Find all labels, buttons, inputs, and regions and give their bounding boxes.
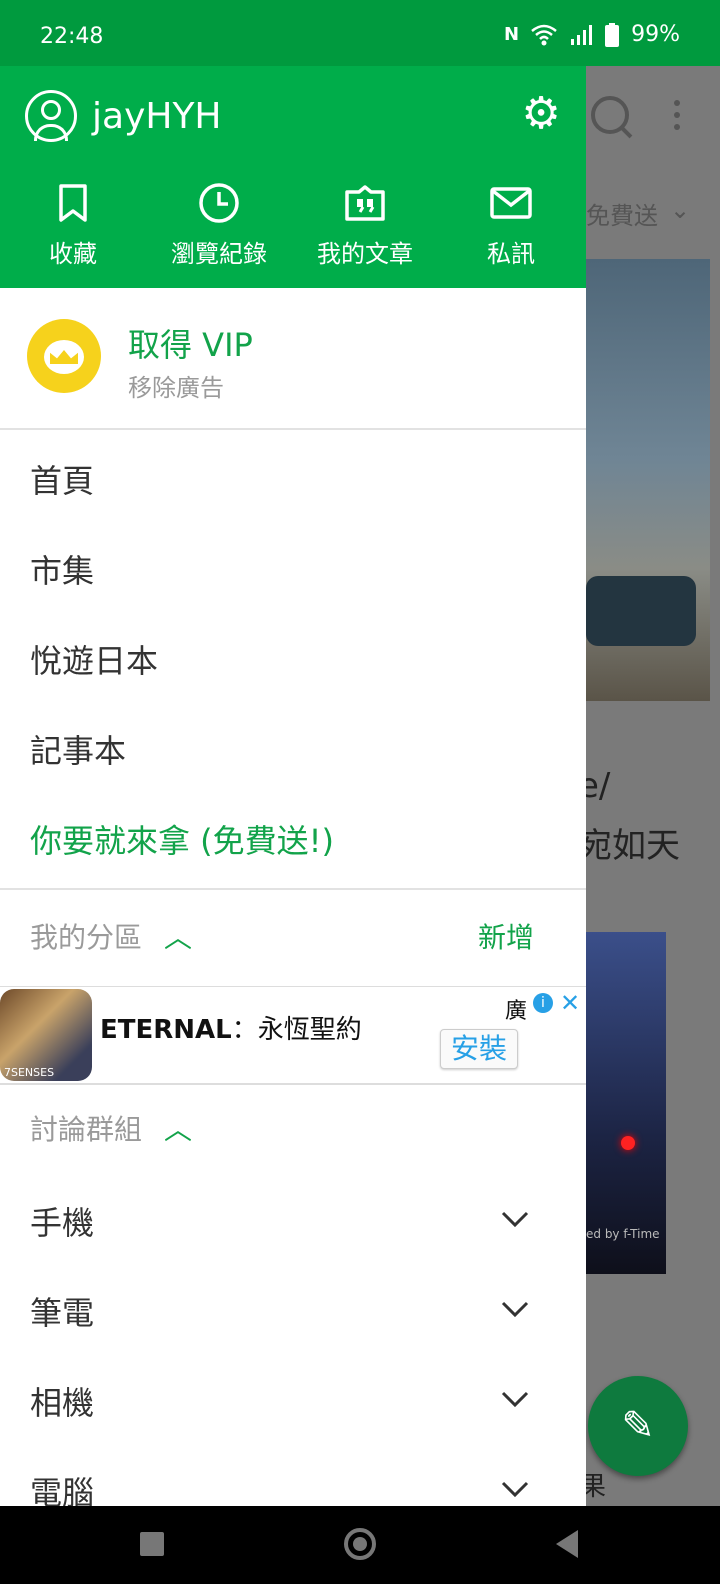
ad-label: 廣	[505, 999, 528, 1024]
bg-ad-eye	[621, 1136, 635, 1150]
discussion-groups-label: 討論群組	[30, 1113, 143, 1146]
group-item-cameras[interactable]: 相機	[30, 1378, 94, 1424]
bg-ad-image: ed by f-Time	[586, 932, 666, 1274]
ad-app-image: 7SENSES	[0, 989, 92, 1081]
bg-ad-caption: ed by f-Time	[586, 1227, 660, 1241]
quick-link-label: 私訊	[487, 240, 535, 268]
quick-link-label: 我的文章	[317, 240, 413, 268]
history-clock-icon	[199, 183, 239, 223]
quick-link-bookmarks[interactable]: 收藏	[0, 178, 146, 269]
chevron-down-icon[interactable]	[500, 1294, 530, 1324]
settings-gear-icon[interactable]: ⚙	[519, 92, 563, 136]
home-icon[interactable]	[344, 1528, 376, 1560]
drawer-header: jayHYH ⚙ 收藏 瀏覽紀錄 我的文章 私訊	[0, 66, 586, 288]
quick-link-messages[interactable]: 私訊	[438, 178, 584, 269]
back-icon[interactable]	[556, 1530, 578, 1558]
chevron-up-icon: ︿	[164, 921, 193, 954]
avatar-icon[interactable]	[25, 90, 77, 142]
chevron-down-icon[interactable]	[500, 1204, 530, 1234]
ad-app-title: ETERNAL：永恆聖約	[100, 1009, 362, 1046]
bg-article-text: e/	[586, 766, 611, 806]
search-icon	[591, 96, 629, 134]
quick-link-label: 收藏	[49, 240, 97, 268]
signal-icon	[571, 24, 593, 45]
chevron-down-icon[interactable]	[500, 1384, 530, 1414]
group-item-computers[interactable]: 電腦	[30, 1468, 94, 1506]
vip-crown-icon	[30, 322, 98, 390]
menu-item-market[interactable]: 市集	[30, 546, 94, 592]
ad-close-icon[interactable]: ✕	[560, 989, 580, 1017]
ad-info-icon[interactable]: i	[533, 993, 553, 1013]
add-section-button[interactable]: 新增	[478, 916, 534, 956]
quick-link-my-articles[interactable]: 我的文章	[292, 178, 438, 269]
menu-item-notebook[interactable]: 記事本	[30, 726, 126, 772]
status-time: 22:48	[40, 24, 104, 49]
group-item-laptops[interactable]: 筆電	[30, 1288, 94, 1334]
ad-publisher-badge: 7SENSES	[4, 1066, 55, 1079]
bg-car-image	[586, 576, 696, 646]
quick-link-label: 瀏覽紀錄	[171, 240, 267, 268]
discussion-groups-header[interactable]: 討論群組 ︿	[30, 1108, 192, 1148]
chevron-down-icon: ⌄	[670, 196, 691, 224]
username[interactable]: jayHYH	[92, 96, 222, 137]
compose-fab: ✎	[588, 1376, 688, 1476]
quote-article-icon	[345, 185, 385, 221]
navigation-drawer: jayHYH ⚙ 收藏 瀏覽紀錄 我的文章 私訊 取得 VIP 移除廣告 首頁 …	[0, 66, 586, 1506]
ad-app-subtitle: ：永恆聖約	[231, 1015, 362, 1045]
quick-link-history[interactable]: 瀏覽紀錄	[146, 178, 292, 269]
my-sections-header[interactable]: 我的分區 ︿	[30, 916, 192, 956]
background-app-content: 免費送 ⌄ e/ 宛如天 ed by f-Time 果 ✎	[586, 66, 720, 1506]
group-item-phones[interactable]: 手機	[30, 1198, 94, 1244]
divider	[0, 888, 586, 890]
menu-item-japan[interactable]: 悅遊日本	[30, 636, 158, 682]
ad-install-button[interactable]: 安裝	[440, 1029, 518, 1069]
battery-icon	[605, 22, 620, 47]
get-vip-item[interactable]: 取得 VIP 移除廣告	[0, 288, 586, 430]
battery-level: 99%	[631, 22, 680, 47]
more-options-icon	[674, 100, 680, 136]
menu-item-free-giveaway[interactable]: 你要就來拿 (免費送!)	[30, 816, 334, 862]
status-bar: 22:48 N 99%	[0, 0, 720, 66]
recents-icon[interactable]	[140, 1532, 164, 1556]
status-icons: N 99%	[504, 22, 680, 47]
chevron-down-icon[interactable]	[500, 1474, 530, 1504]
system-nav-bar	[0, 1506, 720, 1584]
wifi-icon	[531, 24, 557, 45]
bg-tab-label: 免費送	[586, 202, 658, 230]
chevron-up-icon: ︿	[164, 1113, 193, 1146]
nfc-icon: N	[504, 24, 520, 45]
mail-icon	[490, 187, 532, 219]
menu-item-home[interactable]: 首頁	[30, 456, 94, 502]
bg-article-text: 宛如天	[586, 826, 680, 866]
vip-subtitle: 移除廣告	[128, 374, 224, 402]
bookmark-icon	[59, 184, 87, 222]
vip-title: 取得 VIP	[128, 326, 253, 364]
bg-bottom-text: 果	[586, 1472, 607, 1502]
my-sections-label: 我的分區	[30, 921, 143, 954]
ad-banner[interactable]: 7SENSES ETERNAL：永恆聖約 廣 i ✕ 安裝	[0, 986, 586, 1085]
ad-app-title-bold: ETERNAL	[100, 1015, 232, 1045]
